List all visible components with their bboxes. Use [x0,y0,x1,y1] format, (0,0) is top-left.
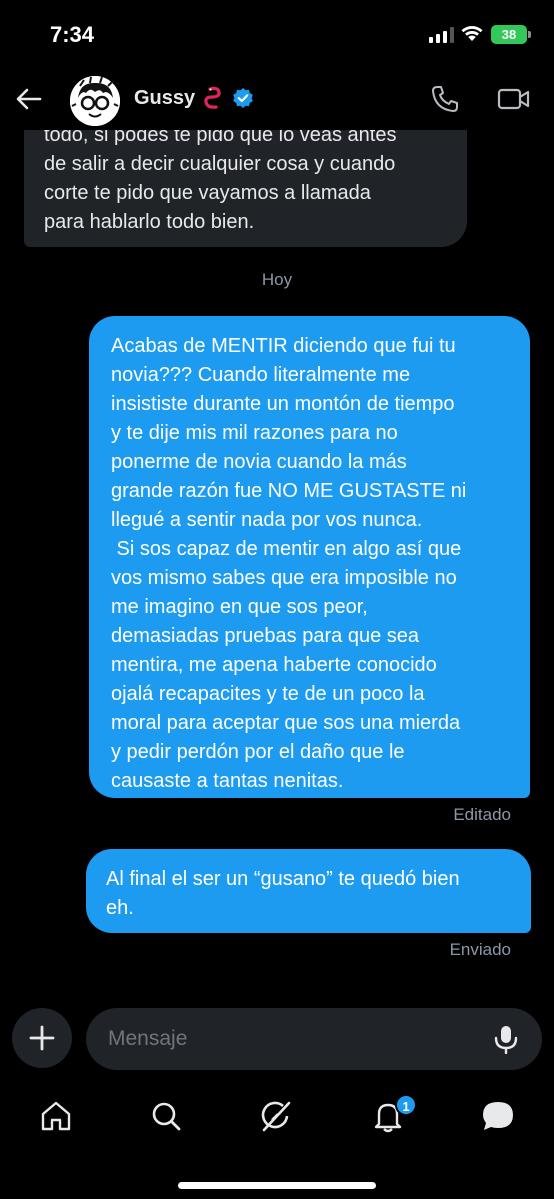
worm-emoji-icon [204,86,221,109]
message-input-container[interactable] [86,1008,542,1070]
message-line: de salir a decir cualquier cosa y cuando [44,153,396,175]
message-line: corte te pido que vayamos a llamada [44,182,371,204]
search-icon[interactable] [148,1098,184,1134]
message-line: Si sos capaz de mentir en algo así que [111,538,462,560]
home-indicator [178,1182,376,1189]
message-status-edited: Editado [453,805,511,824]
message-line: me imagino en que sos peor, [111,596,368,618]
outgoing-message[interactable]: Acabas de MENTIR diciendo que fui tu nov… [89,316,530,798]
compose-bar [0,1007,554,1071]
add-attachment-button[interactable] [12,1008,72,1068]
avatar[interactable] [70,76,120,126]
message-line: Acabas de MENTIR diciendo que fui tu [111,335,456,357]
notification-badge: 1 [395,1094,417,1116]
message-line: moral para aceptar que sos una mierda [111,712,461,734]
message-line: llegué a sentir nada por vos nunca. [111,509,423,531]
home-icon[interactable] [38,1098,74,1134]
date-divider: Hoy [261,270,293,289]
bottom-tab-bar [0,1090,554,1150]
conversation[interactable]: todo, si podes te pido que lo veas antes… [0,0,554,1000]
contact-name[interactable]: Gussy [134,87,195,110]
message-line: novia??? Cuando literalmente me [111,364,411,386]
phone-icon[interactable] [430,84,460,114]
message-line: vos mismo sabes que era imposible no [111,567,457,589]
microphone-icon[interactable] [491,1024,521,1054]
video-call-icon[interactable] [497,85,531,113]
message-line: demasiadas pruebas para que sea [111,625,419,647]
message-line: insististe durante un montón de tiempo [111,393,455,415]
message-line: y te dije mis mil razones para no [111,422,398,444]
chat-header: Gussy [0,70,554,130]
message-input[interactable] [108,1008,488,1070]
message-line: Al final el ser un “gusano” te quedó bie… [106,868,460,890]
outgoing-message[interactable]: Al final el ser un “gusano” te quedó bie… [86,849,531,933]
message-line: ojalá recapacites y te de un poco la [111,683,425,705]
messages-icon[interactable] [480,1098,516,1134]
message-status-sent: Enviado [449,940,511,959]
message-line: grande razón fue NO ME GUSTASTE ni [111,480,467,502]
message-line: causaste a tantas nenitas. [111,770,344,792]
verified-icon [233,88,253,108]
grok-icon[interactable] [258,1098,294,1134]
avatar-illustration-icon [70,76,120,126]
message-line: ponerme de novia cuando la más [111,451,407,473]
back-arrow-icon[interactable] [14,84,44,114]
message-line: y pedir perdón por el daño que le [111,741,405,763]
plus-icon [29,1025,55,1051]
message-line: mentira, me apena haberte conocido [111,654,437,676]
message-line: eh. [106,897,134,919]
message-line: para hablarlo todo bien. [44,211,255,233]
